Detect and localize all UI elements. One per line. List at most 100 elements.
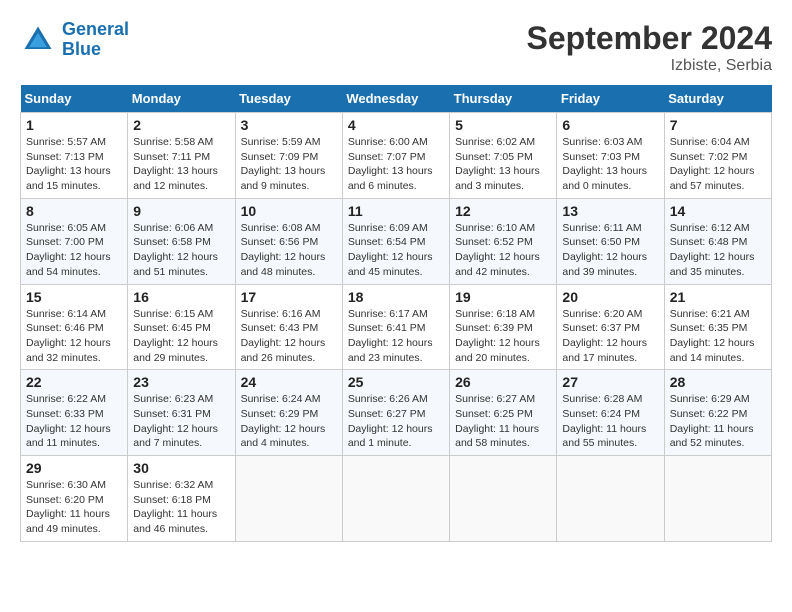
- day-number: 18: [348, 289, 444, 305]
- day-info: Sunrise: 6:16 AM Sunset: 6:43 PM Dayligh…: [241, 307, 337, 366]
- day-number: 5: [455, 117, 551, 133]
- page-header: General Blue September 2024 Izbiste, Ser…: [20, 20, 772, 75]
- day-info: Sunrise: 6:06 AM Sunset: 6:58 PM Dayligh…: [133, 221, 229, 280]
- table-row: 8 Sunrise: 6:05 AM Sunset: 7:00 PM Dayli…: [21, 198, 128, 284]
- table-row: [235, 456, 342, 542]
- day-number: 6: [562, 117, 658, 133]
- table-row: 3 Sunrise: 5:59 AM Sunset: 7:09 PM Dayli…: [235, 113, 342, 199]
- col-header-wednesday: Wednesday: [342, 85, 449, 113]
- day-info: Sunrise: 6:28 AM Sunset: 6:24 PM Dayligh…: [562, 392, 658, 451]
- day-info: Sunrise: 6:27 AM Sunset: 6:25 PM Dayligh…: [455, 392, 551, 451]
- day-info: Sunrise: 6:09 AM Sunset: 6:54 PM Dayligh…: [348, 221, 444, 280]
- table-row: 28 Sunrise: 6:29 AM Sunset: 6:22 PM Dayl…: [664, 370, 771, 456]
- day-number: 10: [241, 203, 337, 219]
- col-header-tuesday: Tuesday: [235, 85, 342, 113]
- day-number: 21: [670, 289, 766, 305]
- day-info: Sunrise: 6:22 AM Sunset: 6:33 PM Dayligh…: [26, 392, 122, 451]
- col-header-monday: Monday: [128, 85, 235, 113]
- day-number: 28: [670, 374, 766, 390]
- day-number: 2: [133, 117, 229, 133]
- day-info: Sunrise: 6:29 AM Sunset: 6:22 PM Dayligh…: [670, 392, 766, 451]
- day-number: 16: [133, 289, 229, 305]
- day-info: Sunrise: 6:17 AM Sunset: 6:41 PM Dayligh…: [348, 307, 444, 366]
- table-row: 24 Sunrise: 6:24 AM Sunset: 6:29 PM Dayl…: [235, 370, 342, 456]
- day-info: Sunrise: 6:03 AM Sunset: 7:03 PM Dayligh…: [562, 135, 658, 194]
- day-number: 27: [562, 374, 658, 390]
- table-row: 7 Sunrise: 6:04 AM Sunset: 7:02 PM Dayli…: [664, 113, 771, 199]
- day-info: Sunrise: 6:24 AM Sunset: 6:29 PM Dayligh…: [241, 392, 337, 451]
- col-header-friday: Friday: [557, 85, 664, 113]
- day-info: Sunrise: 6:32 AM Sunset: 6:18 PM Dayligh…: [133, 478, 229, 537]
- day-number: 30: [133, 460, 229, 476]
- day-info: Sunrise: 6:08 AM Sunset: 6:56 PM Dayligh…: [241, 221, 337, 280]
- table-row: 11 Sunrise: 6:09 AM Sunset: 6:54 PM Dayl…: [342, 198, 449, 284]
- day-info: Sunrise: 6:30 AM Sunset: 6:20 PM Dayligh…: [26, 478, 122, 537]
- table-row: 26 Sunrise: 6:27 AM Sunset: 6:25 PM Dayl…: [450, 370, 557, 456]
- table-row: 20 Sunrise: 6:20 AM Sunset: 6:37 PM Dayl…: [557, 284, 664, 370]
- day-number: 3: [241, 117, 337, 133]
- day-number: 12: [455, 203, 551, 219]
- location-subtitle: Izbiste, Serbia: [527, 57, 772, 75]
- table-row: [450, 456, 557, 542]
- day-number: 13: [562, 203, 658, 219]
- table-row: 2 Sunrise: 5:58 AM Sunset: 7:11 PM Dayli…: [128, 113, 235, 199]
- day-info: Sunrise: 6:15 AM Sunset: 6:45 PM Dayligh…: [133, 307, 229, 366]
- day-info: Sunrise: 6:04 AM Sunset: 7:02 PM Dayligh…: [670, 135, 766, 194]
- day-number: 15: [26, 289, 122, 305]
- table-row: 13 Sunrise: 6:11 AM Sunset: 6:50 PM Dayl…: [557, 198, 664, 284]
- table-row: 19 Sunrise: 6:18 AM Sunset: 6:39 PM Dayl…: [450, 284, 557, 370]
- logo-icon: [20, 22, 56, 58]
- day-number: 1: [26, 117, 122, 133]
- day-number: 25: [348, 374, 444, 390]
- table-row: 22 Sunrise: 6:22 AM Sunset: 6:33 PM Dayl…: [21, 370, 128, 456]
- day-number: 4: [348, 117, 444, 133]
- day-number: 8: [26, 203, 122, 219]
- day-number: 23: [133, 374, 229, 390]
- table-row: 10 Sunrise: 6:08 AM Sunset: 6:56 PM Dayl…: [235, 198, 342, 284]
- day-number: 24: [241, 374, 337, 390]
- table-row: 15 Sunrise: 6:14 AM Sunset: 6:46 PM Dayl…: [21, 284, 128, 370]
- table-row: 5 Sunrise: 6:02 AM Sunset: 7:05 PM Dayli…: [450, 113, 557, 199]
- table-row: 1 Sunrise: 5:57 AM Sunset: 7:13 PM Dayli…: [21, 113, 128, 199]
- day-number: 7: [670, 117, 766, 133]
- day-info: Sunrise: 5:59 AM Sunset: 7:09 PM Dayligh…: [241, 135, 337, 194]
- day-number: 22: [26, 374, 122, 390]
- day-info: Sunrise: 6:10 AM Sunset: 6:52 PM Dayligh…: [455, 221, 551, 280]
- day-info: Sunrise: 5:57 AM Sunset: 7:13 PM Dayligh…: [26, 135, 122, 194]
- day-info: Sunrise: 6:12 AM Sunset: 6:48 PM Dayligh…: [670, 221, 766, 280]
- table-row: 14 Sunrise: 6:12 AM Sunset: 6:48 PM Dayl…: [664, 198, 771, 284]
- col-header-thursday: Thursday: [450, 85, 557, 113]
- day-number: 14: [670, 203, 766, 219]
- day-info: Sunrise: 6:26 AM Sunset: 6:27 PM Dayligh…: [348, 392, 444, 451]
- table-row: [557, 456, 664, 542]
- day-info: Sunrise: 6:23 AM Sunset: 6:31 PM Dayligh…: [133, 392, 229, 451]
- table-row: 25 Sunrise: 6:26 AM Sunset: 6:27 PM Dayl…: [342, 370, 449, 456]
- day-number: 29: [26, 460, 122, 476]
- month-title: September 2024: [527, 20, 772, 57]
- day-info: Sunrise: 6:21 AM Sunset: 6:35 PM Dayligh…: [670, 307, 766, 366]
- day-number: 26: [455, 374, 551, 390]
- calendar-table: SundayMondayTuesdayWednesdayThursdayFrid…: [20, 85, 772, 542]
- table-row: 29 Sunrise: 6:30 AM Sunset: 6:20 PM Dayl…: [21, 456, 128, 542]
- day-number: 11: [348, 203, 444, 219]
- table-row: 21 Sunrise: 6:21 AM Sunset: 6:35 PM Dayl…: [664, 284, 771, 370]
- day-info: Sunrise: 6:05 AM Sunset: 7:00 PM Dayligh…: [26, 221, 122, 280]
- table-row: 23 Sunrise: 6:23 AM Sunset: 6:31 PM Dayl…: [128, 370, 235, 456]
- day-info: Sunrise: 6:00 AM Sunset: 7:07 PM Dayligh…: [348, 135, 444, 194]
- table-row: [342, 456, 449, 542]
- table-row: 4 Sunrise: 6:00 AM Sunset: 7:07 PM Dayli…: [342, 113, 449, 199]
- day-info: Sunrise: 6:11 AM Sunset: 6:50 PM Dayligh…: [562, 221, 658, 280]
- logo-line1: General: [62, 19, 129, 39]
- day-info: Sunrise: 5:58 AM Sunset: 7:11 PM Dayligh…: [133, 135, 229, 194]
- col-header-sunday: Sunday: [21, 85, 128, 113]
- day-info: Sunrise: 6:14 AM Sunset: 6:46 PM Dayligh…: [26, 307, 122, 366]
- table-row: 17 Sunrise: 6:16 AM Sunset: 6:43 PM Dayl…: [235, 284, 342, 370]
- table-row: 6 Sunrise: 6:03 AM Sunset: 7:03 PM Dayli…: [557, 113, 664, 199]
- day-info: Sunrise: 6:20 AM Sunset: 6:37 PM Dayligh…: [562, 307, 658, 366]
- table-row: 30 Sunrise: 6:32 AM Sunset: 6:18 PM Dayl…: [128, 456, 235, 542]
- table-row: 16 Sunrise: 6:15 AM Sunset: 6:45 PM Dayl…: [128, 284, 235, 370]
- table-row: 18 Sunrise: 6:17 AM Sunset: 6:41 PM Dayl…: [342, 284, 449, 370]
- table-row: 27 Sunrise: 6:28 AM Sunset: 6:24 PM Dayl…: [557, 370, 664, 456]
- day-number: 20: [562, 289, 658, 305]
- table-row: [664, 456, 771, 542]
